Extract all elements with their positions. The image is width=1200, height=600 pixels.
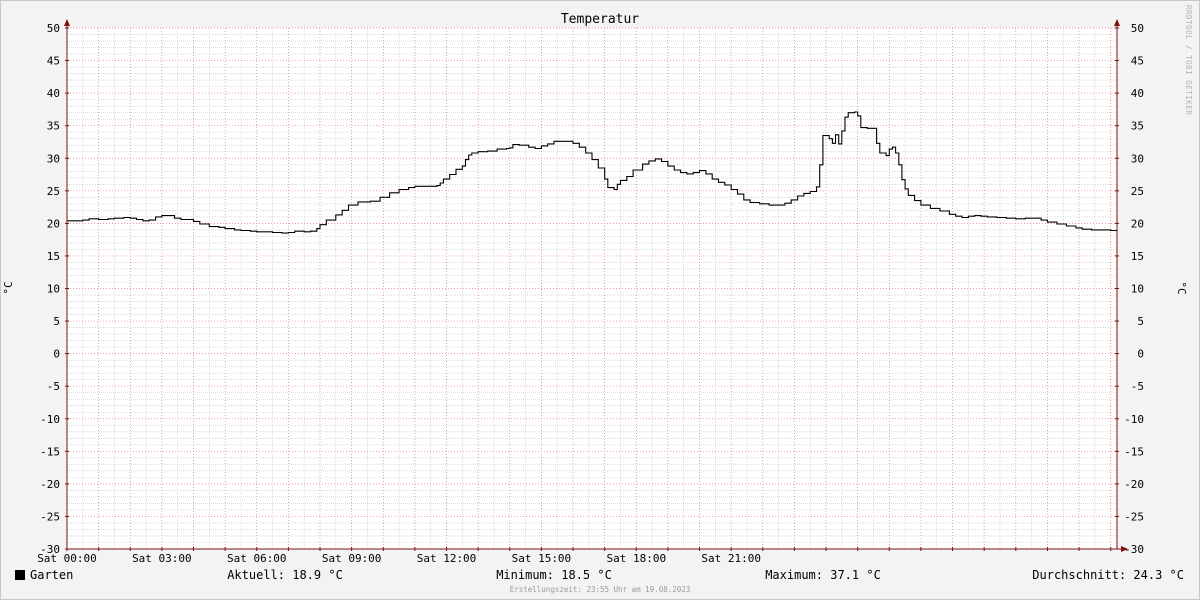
y-tick-label-left: 50 xyxy=(47,22,60,35)
legend-series-name: Garten xyxy=(30,568,73,582)
x-tick-label: Sat 21:00 xyxy=(701,552,761,565)
y-tick-label-left: -20 xyxy=(40,478,60,491)
y-tick-label-left: -5 xyxy=(47,380,60,393)
legend-maximum: Maximum: 37.1 °C xyxy=(765,568,881,582)
y-ticks-right: -30 -25 -20 -15 -10 -5 0 5 10 15 20 25 30 35 40 45 50 xyxy=(1124,22,1144,556)
y-tick-label-right: -30 xyxy=(1124,543,1144,556)
y-tick-label-left: 15 xyxy=(47,250,60,263)
y-tick-label-right: 35 xyxy=(1131,120,1144,133)
y-tick-label-right: 45 xyxy=(1131,55,1144,68)
x-tick-label: Sat 18:00 xyxy=(606,552,666,565)
y-tick-label-left: 0 xyxy=(53,348,60,361)
y-tick-label-left: -10 xyxy=(40,413,60,426)
y-tick-label-right: 40 xyxy=(1131,87,1144,100)
x-tick-label: Sat 09:00 xyxy=(322,552,382,565)
y-axis-label-left: °C xyxy=(2,281,15,294)
x-tick-label: Sat 15:00 xyxy=(512,552,572,565)
y-tick-label-right: 5 xyxy=(1137,315,1144,328)
legend-durchschnitt: Durchschnitt: 24.3 °C xyxy=(1032,568,1184,582)
x-tick-label: Sat 12:00 xyxy=(417,552,477,565)
x-tick-label: Sat 00:00 xyxy=(37,552,97,565)
chart-title: Temperatur xyxy=(561,12,639,27)
y-tick-label-left: 10 xyxy=(47,283,60,296)
creation-timestamp: Erstellungszeit: 23:55 Uhr am 19.08.2023 xyxy=(510,585,691,594)
temperature-chart: -30-25-20-15-10-505101520253035404550 -3… xyxy=(2,5,1193,594)
y-ticks-left: -30-25-20-15-10-505101520253035404550 xyxy=(40,22,60,556)
y-tick-label-right: -5 xyxy=(1131,380,1144,393)
y-tick-label-right: 50 xyxy=(1131,22,1144,35)
y-tick-label-left: 30 xyxy=(47,152,60,165)
y-tick-label-right: -10 xyxy=(1124,413,1144,426)
legend-aktuell: Aktuell: 18.9 °C xyxy=(227,568,343,582)
y-tick-label-right: 20 xyxy=(1131,217,1144,230)
y-tick-label-right: -25 xyxy=(1124,510,1144,523)
y-tick-label-right: 15 xyxy=(1131,250,1144,263)
x-tick-label: Sat 06:00 xyxy=(227,552,287,565)
y-axis-label-right: °C xyxy=(1175,281,1188,294)
y-axis-right-arrow xyxy=(1114,19,1120,26)
legend-swatch xyxy=(15,570,25,580)
y-tick-label-left: -25 xyxy=(40,510,60,523)
y-tick-label-right: -20 xyxy=(1124,478,1144,491)
y-tick-label-right: 25 xyxy=(1131,185,1144,198)
y-tick-label-left: 20 xyxy=(47,217,60,230)
x-tick-label: Sat 03:00 xyxy=(132,552,192,565)
watermark: RRDTOOL / TOBI OETIKER xyxy=(1184,5,1193,115)
y-tick-label-right: -15 xyxy=(1124,445,1144,458)
y-tick-label-left: 45 xyxy=(47,55,60,68)
y-axis-left-arrow xyxy=(64,19,70,26)
y-tick-label-left: 5 xyxy=(53,315,60,328)
y-tick-label-right: 10 xyxy=(1131,283,1144,296)
y-tick-label-right: 30 xyxy=(1131,152,1144,165)
y-tick-label-right: 0 xyxy=(1137,348,1144,361)
y-tick-label-left: 25 xyxy=(47,185,60,198)
legend-minimum: Minimum: 18.5 °C xyxy=(496,568,612,582)
x-ticks: Sat 00:00 Sat 03:00 Sat 06:00 Sat 09:00 Sat … xyxy=(37,552,761,565)
y-tick-label-left: 40 xyxy=(47,87,60,100)
y-tick-label-left: -15 xyxy=(40,445,60,458)
y-tick-label-left: 35 xyxy=(47,120,60,133)
